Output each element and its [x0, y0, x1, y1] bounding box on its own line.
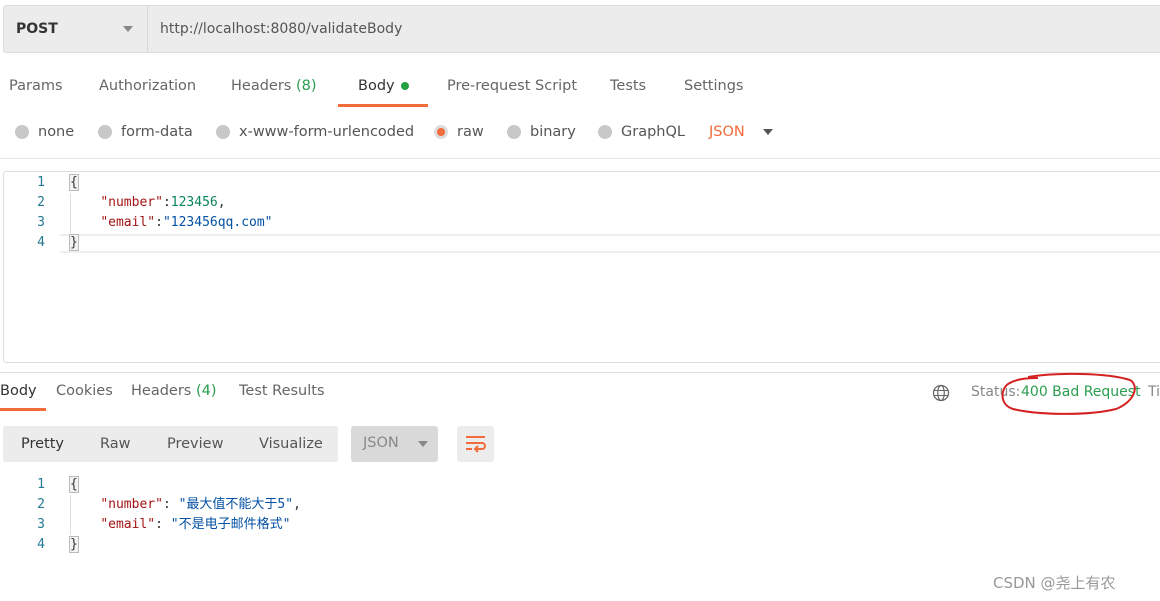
- time-label-truncated: Ti: [1148, 384, 1160, 400]
- response-body-code: { "number": "最大值不能大于5", "email": "不是电子邮件…: [69, 476, 301, 553]
- radio-circle: [98, 125, 112, 139]
- response-headers-label: Headers: [131, 383, 192, 399]
- line-numbers: 1234: [37, 175, 45, 250]
- tab-pre-request-script[interactable]: Pre-request Script: [447, 78, 577, 94]
- tab-authorization[interactable]: Authorization: [99, 78, 196, 94]
- tab-headers[interactable]: Headers (8): [231, 78, 317, 94]
- radio-circle: [507, 125, 521, 139]
- response-tab-headers[interactable]: Headers (4): [131, 383, 217, 399]
- url-input[interactable]: http://localhost:8080/validateBody: [148, 21, 402, 37]
- method-select[interactable]: POST: [4, 6, 148, 52]
- response-line-numbers: 1234: [37, 477, 45, 552]
- view-raw-button[interactable]: Raw: [100, 436, 131, 452]
- radio-label: x-www-form-urlencoded: [239, 124, 415, 140]
- radio-urlencoded[interactable]: x-www-form-urlencoded: [216, 124, 414, 140]
- watermark: CSDN @尧上有农: [993, 574, 1116, 592]
- response-tab-cookies[interactable]: Cookies: [56, 383, 113, 399]
- tab-headers-label: Headers: [231, 78, 292, 94]
- method-label: POST: [16, 21, 58, 37]
- view-pretty-button[interactable]: Pretty: [21, 436, 64, 452]
- radio-circle: [15, 125, 29, 139]
- radio-none[interactable]: none: [15, 124, 74, 140]
- radio-label: GraphQL: [621, 124, 685, 140]
- radio-circle: [216, 125, 230, 139]
- body-indicator-dot: [400, 82, 409, 90]
- tab-body-label: Body: [358, 78, 395, 94]
- response-tab-test-results[interactable]: Test Results: [239, 383, 325, 399]
- chevron-down-icon: [123, 26, 133, 32]
- tab-tests[interactable]: Tests: [610, 78, 646, 94]
- radio-form-data[interactable]: form-data: [98, 124, 193, 140]
- radio-raw[interactable]: raw: [434, 124, 484, 140]
- view-visualize-button[interactable]: Visualize: [259, 436, 323, 452]
- chevron-down-icon: [762, 129, 773, 135]
- radio-binary[interactable]: binary: [507, 124, 576, 140]
- response-tab-body[interactable]: Body: [0, 383, 37, 399]
- tab-settings[interactable]: Settings: [684, 78, 743, 94]
- radio-graphql[interactable]: GraphQL: [598, 124, 685, 140]
- divider: [0, 158, 1160, 159]
- radio-circle-selected: [434, 125, 448, 139]
- radio-label: form-data: [121, 124, 193, 140]
- url-bar: POST http://localhost:8080/validateBody: [3, 5, 1160, 53]
- headers-count: (8): [295, 78, 317, 94]
- radio-circle: [598, 125, 612, 139]
- response-active-underline: [0, 408, 46, 411]
- tab-body[interactable]: Body: [358, 78, 409, 94]
- tab-params[interactable]: Params: [9, 78, 63, 94]
- response-format-label: JSON: [363, 435, 399, 451]
- body-format-select[interactable]: JSON: [709, 124, 773, 140]
- red-annotation-circle: [1001, 372, 1136, 415]
- wrap-lines-button[interactable]: [457, 426, 494, 462]
- chevron-down-icon: [418, 441, 428, 447]
- view-preview-button[interactable]: Preview: [167, 436, 223, 452]
- response-headers-count: (4): [195, 383, 217, 399]
- globe-icon[interactable]: [932, 384, 950, 402]
- request-body-code: { "number":123456, "email":"123456qq.com…: [69, 174, 273, 251]
- radio-label: raw: [457, 124, 484, 140]
- radio-label: none: [38, 124, 75, 140]
- response-divider: [0, 372, 1160, 373]
- radio-label: binary: [530, 124, 576, 140]
- active-tab-underline: [338, 104, 428, 107]
- wrap-icon: [466, 436, 486, 453]
- body-format-label: JSON: [709, 124, 745, 140]
- response-format-select[interactable]: JSON: [351, 426, 438, 462]
